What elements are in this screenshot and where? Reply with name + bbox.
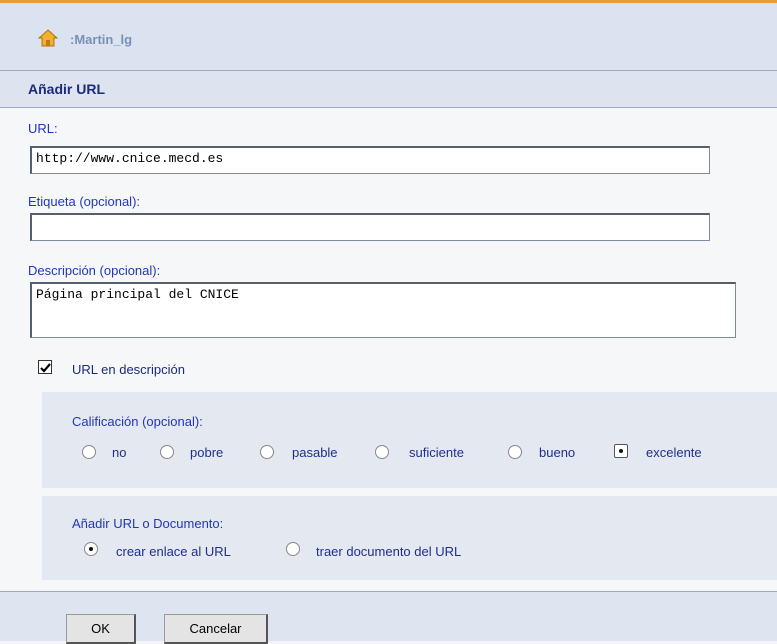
add-type-option-label: traer documento del URL xyxy=(316,544,462,559)
home-icon[interactable] xyxy=(37,29,59,47)
username[interactable]: :Martin_lg xyxy=(70,32,132,47)
page-title: Añadir URL xyxy=(28,81,105,97)
rating-panel: Calificación (opcional): no pobre pasabl… xyxy=(42,392,777,488)
rating-option-label: suficiente xyxy=(409,445,464,460)
rating-option-label: excelente xyxy=(646,445,702,460)
add-type-label: Añadir URL o Documento: xyxy=(72,516,224,531)
rating-radio-pobre[interactable] xyxy=(160,445,174,459)
url-label: URL: xyxy=(28,121,58,136)
add-type-radio-link[interactable] xyxy=(84,542,98,556)
rating-option-label: pobre xyxy=(190,445,224,460)
rating-radio-excelente[interactable] xyxy=(614,444,628,458)
top-bar: :Martin_lg xyxy=(0,0,777,70)
title-bar: Añadir URL xyxy=(0,71,777,107)
url-input[interactable]: http://www.cnice.mecd.es xyxy=(30,146,710,174)
add-type-panel: Añadir URL o Documento: crear enlace al … xyxy=(42,496,777,580)
rating-radio-bueno[interactable] xyxy=(508,445,522,459)
tag-label: Etiqueta (opcional): xyxy=(28,194,141,209)
rating-option-label: pasable xyxy=(292,445,338,460)
rating-option-label: bueno xyxy=(539,445,576,460)
ok-button[interactable]: OK xyxy=(66,614,136,644)
tag-input[interactable] xyxy=(30,213,710,241)
rating-radio-suficiente[interactable] xyxy=(375,445,389,459)
cancel-button[interactable]: Cancelar xyxy=(164,614,268,644)
add-type-option-label: crear enlace al URL xyxy=(116,544,231,559)
rating-label: Calificación (opcional): xyxy=(72,414,203,429)
url-in-description-checkbox[interactable] xyxy=(38,360,52,374)
rating-option-label: no xyxy=(112,445,127,460)
rating-radio-pasable[interactable] xyxy=(260,445,274,459)
rating-radio-no[interactable] xyxy=(82,445,96,459)
description-label: Descripción (opcional): xyxy=(28,263,161,278)
add-type-radio-fetch[interactable] xyxy=(286,542,300,556)
url-in-description-label: URL en descripción xyxy=(72,362,185,377)
description-textarea[interactable]: Página principal del CNICE xyxy=(30,282,736,338)
